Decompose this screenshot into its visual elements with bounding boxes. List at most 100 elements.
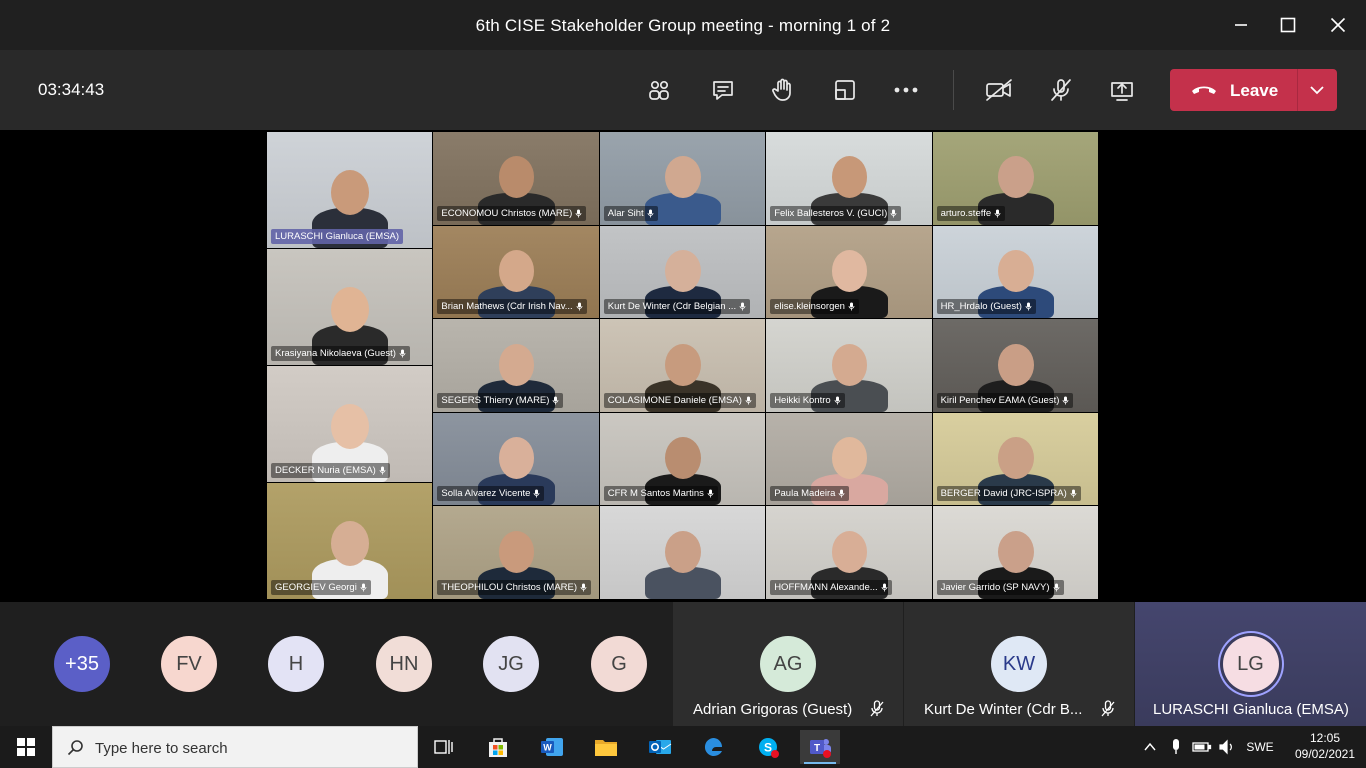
- video-tile[interactable]: Solla Alvarez Vicente: [433, 412, 599, 506]
- participant-name-label: LURASCHI Gianluca (EMSA): [271, 229, 404, 244]
- participant-name-label: DECKER Nuria (EMSA): [271, 463, 390, 478]
- video-tile[interactable]: arturo.steffe: [932, 132, 1098, 225]
- show-hidden-icons-button[interactable]: [1140, 726, 1160, 768]
- participant-video-face: [831, 530, 868, 573]
- mic-icon: [848, 302, 855, 311]
- breakout-rooms-icon: [835, 80, 855, 100]
- video-tile[interactable]: CFR M Santos Martins: [599, 412, 766, 506]
- video-tile[interactable]: Paula Madeira: [766, 412, 932, 506]
- taskbar-search[interactable]: Type here to search: [52, 726, 418, 768]
- maximize-icon: [1280, 17, 1296, 33]
- chat-button[interactable]: [703, 71, 743, 109]
- video-tile[interactable]: elise.kleinsorgen: [766, 225, 932, 319]
- video-tile[interactable]: Alar Siht: [599, 132, 766, 225]
- video-tile[interactable]: SEGERS Thierry (MARE): [433, 319, 599, 412]
- video-tile[interactable]: LURASCHI Gianluca (EMSA): [267, 132, 433, 248]
- more-actions-button[interactable]: [886, 71, 926, 109]
- video-tile[interactable]: Kiril Penchev EAMA (Guest): [932, 319, 1098, 412]
- maximize-button[interactable]: [1265, 10, 1311, 40]
- folder-icon: [595, 740, 617, 756]
- outlook-icon: [649, 740, 672, 754]
- leave-divider: [1297, 69, 1298, 111]
- leave-button[interactable]: Leave: [1170, 69, 1337, 111]
- camera-off-icon: [986, 79, 1012, 101]
- video-tile[interactable]: HR_Hrdalo (Guest): [932, 225, 1098, 319]
- video-stage: LURASCHI Gianluca (EMSA) Krasiyana Nikola…: [0, 130, 1366, 602]
- mic-icon: [360, 583, 367, 592]
- teams-app[interactable]: T: [800, 730, 840, 764]
- participant-name: DECKER Nuria (EMSA): [275, 465, 376, 476]
- participant-avatar[interactable]: JG: [483, 636, 539, 692]
- video-tile[interactable]: DECKER Nuria (EMSA): [267, 366, 433, 482]
- task-view-button[interactable]: [423, 730, 463, 764]
- participant-video-face: [831, 156, 868, 199]
- rooms-button[interactable]: [825, 71, 865, 109]
- share-screen-button[interactable]: [1102, 71, 1142, 109]
- participant-avatar[interactable]: HN: [376, 636, 432, 692]
- svg-text:T: T: [814, 743, 820, 754]
- mic-icon: [890, 209, 897, 218]
- outlook-app[interactable]: [640, 730, 680, 764]
- battery-tray[interactable]: [1190, 726, 1214, 768]
- teams-meeting-window: 6th CISE Stakeholder Group meeting - mor…: [0, 0, 1366, 768]
- video-tile[interactable]: Heikki Kontro: [766, 319, 932, 412]
- video-tile[interactable]: Javier Garrido (SP NAVY): [932, 506, 1098, 599]
- participant-name-label: elise.kleinsorgen: [770, 299, 859, 315]
- participant-avatar[interactable]: H: [268, 636, 324, 692]
- word-icon: W: [541, 738, 563, 756]
- participant-video-face: [498, 437, 535, 480]
- video-tile[interactable]: COLASIMONE Daniele (EMSA): [599, 319, 766, 412]
- participant-avatar[interactable]: G: [591, 636, 647, 692]
- video-tile[interactable]: Krasiyana Nikolaeva (Guest): [267, 249, 433, 365]
- skype-app[interactable]: S: [748, 730, 788, 764]
- video-tile[interactable]: Brian Mathews (Cdr Irish Nav...: [433, 225, 599, 319]
- raise-hand-button[interactable]: [763, 71, 803, 109]
- video-tile[interactable]: HOFFMANN Alexande...: [766, 506, 932, 599]
- volume-icon: [1219, 739, 1232, 755]
- camera-toggle-button[interactable]: [979, 71, 1019, 109]
- word-app[interactable]: W: [532, 730, 572, 764]
- minimize-button[interactable]: [1218, 10, 1264, 40]
- participants-button[interactable]: [639, 71, 679, 109]
- participant-name: Felix Ballesteros V. (GUCI): [774, 207, 888, 219]
- file-explorer-app[interactable]: [586, 730, 626, 764]
- mic-off-icon: [1101, 700, 1115, 717]
- mic-toggle-button[interactable]: [1041, 71, 1081, 109]
- edge-app[interactable]: [694, 730, 734, 764]
- video-tile[interactable]: [599, 506, 766, 599]
- participant-panel[interactable]: LG LURASCHI Gianluca (EMSA): [1135, 602, 1366, 726]
- microphone-tray[interactable]: [1165, 726, 1187, 768]
- language-indicator[interactable]: SWE: [1242, 726, 1278, 768]
- participant-name: HOFFMANN Alexande...: [774, 581, 878, 593]
- participant-video-face: [665, 156, 701, 199]
- more-participants-badge[interactable]: +35: [54, 636, 110, 692]
- microphone-icon: [1173, 739, 1179, 754]
- participant-panel[interactable]: AG Adrian Grigoras (Guest): [673, 602, 903, 726]
- search-icon: [67, 740, 83, 756]
- video-tile[interactable]: BERGER David (JRC-ISPRA): [932, 412, 1098, 506]
- video-tile[interactable]: Felix Ballesteros V. (GUCI): [766, 132, 932, 225]
- video-tile[interactable]: GEORGIEV Georgi: [267, 483, 433, 599]
- participant-panel[interactable]: KW Kurt De Winter (Cdr B...: [904, 602, 1134, 726]
- volume-tray[interactable]: [1216, 726, 1238, 768]
- participant-avatar[interactable]: FV: [161, 636, 217, 692]
- taskbar-clock[interactable]: 12:05 09/02/2021: [1290, 730, 1360, 762]
- participant-video-face: [665, 343, 701, 386]
- store-app[interactable]: [478, 730, 518, 764]
- chevron-up-icon: [1144, 742, 1156, 751]
- participant-video-face: [998, 437, 1034, 480]
- participant-name: Javier Garrido (SP NAVY): [940, 581, 1050, 593]
- mic-icon: [881, 583, 888, 592]
- edge-icon: [704, 737, 723, 756]
- participant-name-label: BERGER David (JRC-ISPRA): [936, 486, 1081, 502]
- teams-icon: T: [810, 739, 831, 758]
- start-button[interactable]: [0, 726, 52, 768]
- video-tile[interactable]: THEOPHILOU Christos (MARE): [433, 506, 599, 599]
- chevron-down-icon[interactable]: [1308, 81, 1326, 99]
- close-button[interactable]: [1315, 10, 1361, 40]
- participant-name-label: Javier Garrido (SP NAVY): [936, 579, 1064, 595]
- video-tile[interactable]: Kurt De Winter (Cdr Belgian ...: [599, 225, 766, 319]
- video-tile[interactable]: ECONOMOU Christos (MARE): [433, 132, 599, 225]
- participant-video-face: [998, 250, 1034, 292]
- participant-name: Krasiyana Nikolaeva (Guest): [275, 348, 396, 359]
